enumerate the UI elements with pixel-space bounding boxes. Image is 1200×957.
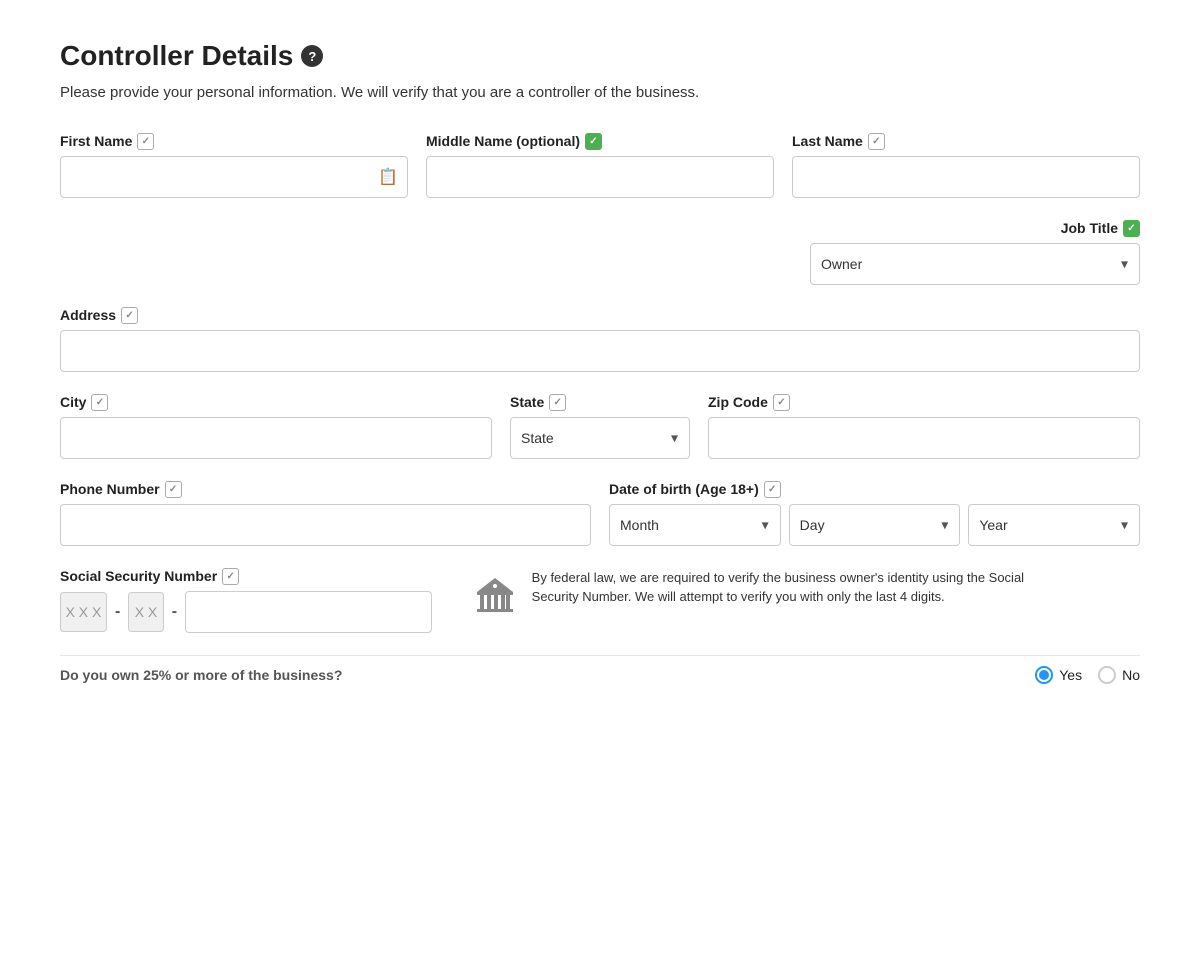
no-radio-circle bbox=[1098, 666, 1116, 684]
address-row: Address ✓ bbox=[60, 307, 1140, 372]
yes-radio-option[interactable]: Yes bbox=[1035, 666, 1082, 684]
job-title-label: Job Title ✓ bbox=[1061, 220, 1140, 237]
first-name-check-icon: ✓ bbox=[137, 133, 154, 150]
zip-input[interactable] bbox=[708, 417, 1140, 459]
job-title-row: Job Title ✓ Owner CEO CFO COO Director O… bbox=[60, 220, 1140, 285]
no-radio-label: No bbox=[1122, 667, 1140, 683]
city-field: City ✓ bbox=[60, 394, 492, 459]
month-select[interactable]: Month JanuaryFebruaryMarch AprilMayJune … bbox=[609, 504, 781, 546]
phone-field: Phone Number ✓ bbox=[60, 481, 591, 546]
dob-check-icon: ✓ bbox=[764, 481, 781, 498]
ownership-radio-group: Yes No bbox=[1035, 666, 1140, 684]
phone-dob-row: Phone Number ✓ Date of birth (Age 18+) ✓… bbox=[60, 481, 1140, 546]
middle-name-input[interactable] bbox=[426, 156, 774, 198]
city-input[interactable] bbox=[60, 417, 492, 459]
year-select[interactable]: Year 20082007200620052004200320022001200… bbox=[968, 504, 1140, 546]
day-select[interactable]: Day 1234 5678 9101112 13141516 17181920 … bbox=[789, 504, 961, 546]
address-input[interactable] bbox=[60, 330, 1140, 372]
first-name-input-wrapper: 📋 bbox=[60, 156, 408, 198]
middle-name-check-icon: ✓ bbox=[585, 133, 602, 150]
year-select-wrapper: Year 20082007200620052004200320022001200… bbox=[968, 504, 1140, 546]
zip-field: Zip Code ✓ bbox=[708, 394, 1140, 459]
yes-radio-circle bbox=[1035, 666, 1053, 684]
page-title-row: Controller Details ? bbox=[60, 40, 1140, 72]
ssn-row: Social Security Number ✓ X X X - X X - bbox=[60, 568, 1140, 633]
ssn-check-icon: ✓ bbox=[222, 568, 239, 585]
dob-field: Date of birth (Age 18+) ✓ Month JanuaryF… bbox=[609, 481, 1140, 546]
job-title-check-icon: ✓ bbox=[1123, 220, 1140, 237]
ssn-dash2: - bbox=[170, 603, 179, 621]
doc-icon: 📋 bbox=[378, 167, 398, 187]
last-name-field: Last Name ✓ bbox=[792, 133, 1140, 198]
subtitle: Please provide your personal information… bbox=[60, 82, 820, 105]
state-label: State ✓ bbox=[510, 394, 690, 411]
ownership-row: Do you own 25% or more of the business? … bbox=[60, 655, 1140, 684]
middle-name-label: Middle Name (optional) ✓ bbox=[426, 133, 774, 150]
ssn-last4-input[interactable] bbox=[185, 591, 432, 633]
ssn-label: Social Security Number ✓ bbox=[60, 568, 432, 585]
ssn-dash1: - bbox=[113, 603, 122, 621]
address-label: Address ✓ bbox=[60, 307, 1140, 324]
ssn-info-box: By federal law, we are required to verif… bbox=[472, 568, 1032, 627]
first-name-field: First Name ✓ 📋 bbox=[60, 133, 408, 198]
day-select-wrapper: Day 1234 5678 9101112 13141516 17181920 … bbox=[789, 504, 961, 546]
phone-check-icon: ✓ bbox=[165, 481, 182, 498]
first-name-label: First Name ✓ bbox=[60, 133, 408, 150]
job-title-select-wrapper: Owner CEO CFO COO Director Other bbox=[810, 243, 1140, 285]
city-label: City ✓ bbox=[60, 394, 492, 411]
month-select-wrapper: Month JanuaryFebruaryMarch AprilMayJune … bbox=[609, 504, 781, 546]
zip-check-icon: ✓ bbox=[773, 394, 790, 411]
state-check-icon: ✓ bbox=[549, 394, 566, 411]
dob-label: Date of birth (Age 18+) ✓ bbox=[609, 481, 1140, 498]
ssn-info-text: By federal law, we are required to verif… bbox=[532, 568, 1032, 607]
ssn-part2: X X bbox=[128, 592, 163, 632]
phone-label: Phone Number ✓ bbox=[60, 481, 591, 498]
ownership-question: Do you own 25% or more of the business? bbox=[60, 667, 342, 683]
help-icon[interactable]: ? bbox=[301, 45, 323, 67]
ssn-left: Social Security Number ✓ X X X - X X - bbox=[60, 568, 432, 633]
no-radio-option[interactable]: No bbox=[1098, 666, 1140, 684]
first-name-input[interactable] bbox=[60, 156, 408, 198]
zip-label: Zip Code ✓ bbox=[708, 394, 1140, 411]
dob-selects: Month JanuaryFebruaryMarch AprilMayJune … bbox=[609, 504, 1140, 546]
city-check-icon: ✓ bbox=[91, 394, 108, 411]
state-select-wrapper: State ALAKAZAR CACOCTDE FLGAHIID ILINIAK… bbox=[510, 417, 690, 459]
address-check-icon: ✓ bbox=[121, 307, 138, 324]
state-field: State ✓ State ALAKAZAR CACOCTDE FLGAHIID… bbox=[510, 394, 690, 459]
ssn-inputs: X X X - X X - bbox=[60, 591, 432, 633]
state-select[interactable]: State ALAKAZAR CACOCTDE FLGAHIID ILINIAK… bbox=[510, 417, 690, 459]
job-title-select[interactable]: Owner CEO CFO COO Director Other bbox=[810, 243, 1140, 285]
last-name-input[interactable] bbox=[792, 156, 1140, 198]
page-title-text: Controller Details bbox=[60, 40, 293, 72]
name-row: First Name ✓ 📋 Middle Name (optional) ✓ … bbox=[60, 133, 1140, 198]
last-name-label: Last Name ✓ bbox=[792, 133, 1140, 150]
yes-radio-label: Yes bbox=[1059, 667, 1082, 683]
city-state-zip-row: City ✓ State ✓ State ALAKAZAR CACOCTDE F… bbox=[60, 394, 1140, 459]
form-container: Controller Details ? Please provide your… bbox=[60, 40, 1140, 684]
phone-input[interactable] bbox=[60, 504, 591, 546]
last-name-check-icon: ✓ bbox=[868, 133, 885, 150]
middle-name-field: Middle Name (optional) ✓ bbox=[426, 133, 774, 198]
ssn-part1: X X X bbox=[60, 592, 107, 632]
bank-icon bbox=[472, 572, 518, 627]
